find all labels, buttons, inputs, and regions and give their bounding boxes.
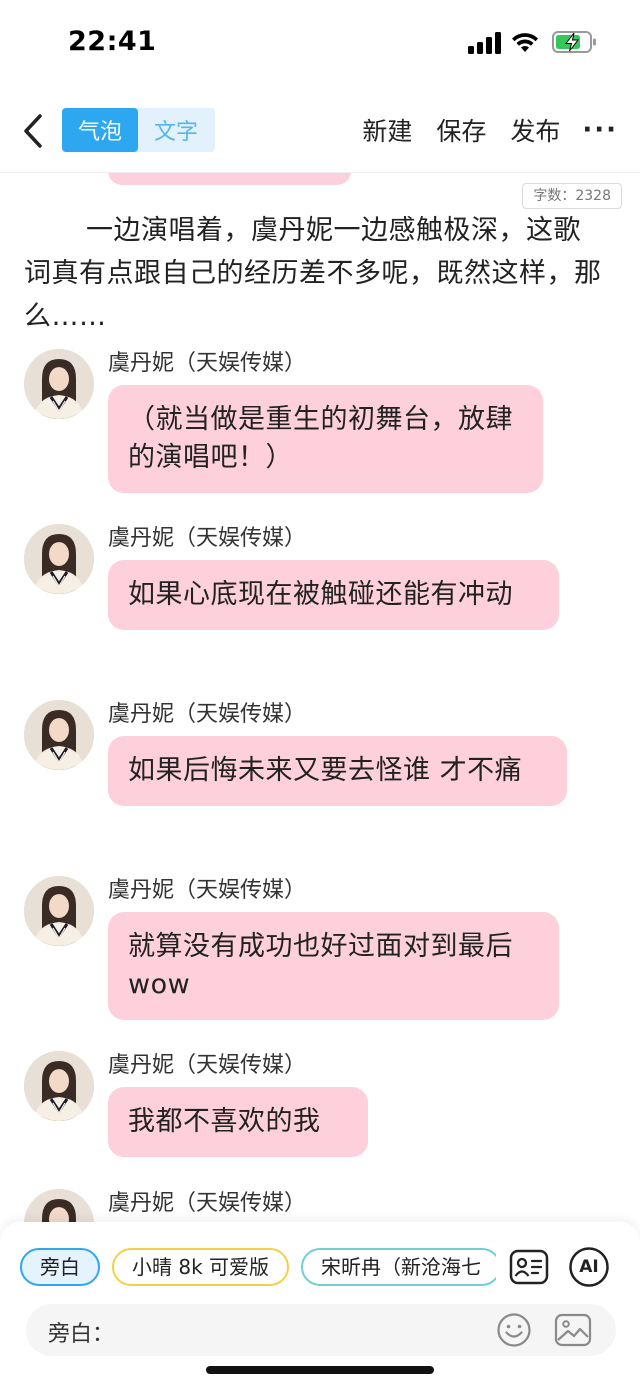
message-sender-name: 虞丹妮（天娱传媒） [108,1191,307,1216]
avatar-portrait [24,1189,94,1222]
message-sender-name: 虞丹妮（天娱传媒） [108,351,307,376]
status-time: 22:41 [68,26,157,57]
input-bar: 旁白： [26,1304,616,1356]
avatar[interactable] [24,1051,94,1121]
avatar[interactable] [24,524,94,594]
contacts-card-icon[interactable] [508,1246,550,1288]
avatar[interactable] [24,876,94,946]
word-count-badge: 字数：2328 [522,183,622,209]
message-input[interactable] [112,1312,492,1348]
tab-bubble[interactable]: 气泡 [62,108,138,152]
bottom-panel: 旁白 小晴 8k 可爱版 宋昕冉（新沧海七 AI 旁白： [0,1222,640,1385]
ai-label: AI [579,1257,599,1277]
battery-charging-icon [552,31,596,53]
publish-button[interactable]: 发布 [510,112,560,148]
story-content[interactable]: 字数：2328 一边演唱着，虞丹妮一边感触极深，这歌词真有点跟自己的经历差不多呢… [0,172,640,1222]
save-button[interactable]: 保存 [436,112,486,148]
character-chips: 旁白 小晴 8k 可爱版 宋昕冉（新沧海七 [20,1248,496,1288]
nav-bar: 气泡 文字 新建 保存 发布 ··· [0,100,640,162]
image-icon[interactable] [554,1312,592,1348]
avatar-portrait [24,700,94,770]
mode-toggle: 气泡 文字 [62,108,215,152]
home-indicator [206,1366,434,1374]
message-bubble[interactable]: 如果后悔未来又要去怪谁 才不痛 [108,736,567,806]
signal-icon [468,32,502,54]
emoji-icon[interactable] [496,1312,532,1348]
ai-icon[interactable]: AI [568,1246,610,1288]
chip-character[interactable]: 宋昕冉（新沧海七 [301,1248,496,1286]
previous-message-bubble[interactable] [108,173,351,185]
back-chevron-icon[interactable] [18,110,50,152]
more-icon[interactable]: ··· [582,115,618,145]
new-button[interactable]: 新建 [362,112,412,148]
avatar-portrait [24,1051,94,1121]
message-sender-name: 虞丹妮（天娱传媒） [108,878,307,903]
wifi-icon [512,33,538,52]
avatar-portrait [24,349,94,419]
narration-text[interactable]: 一边演唱着，虞丹妮一边感触极深，这歌词真有点跟自己的经历差不多呢，既然这样，那么… [24,209,604,338]
nav-actions: 新建 保存 发布 ··· [338,108,618,152]
message-bubble[interactable]: （就当做是重生的初舞台，放肆的演唱吧！） [108,385,543,493]
chip-narrator[interactable]: 旁白 [20,1248,100,1286]
input-role-label: 旁白： [48,1322,115,1347]
message-sender-name: 虞丹妮（天娱传媒） [108,1053,307,1078]
chip-character[interactable]: 小晴 8k 可爱版 [112,1248,290,1286]
avatar[interactable] [24,700,94,770]
status-bar: 22:41 [0,0,640,86]
avatar[interactable] [24,1189,94,1222]
avatar-portrait [24,524,94,594]
message-bubble[interactable]: 如果心底现在被触碰还能有冲动 [108,560,559,630]
tab-text[interactable]: 文字 [138,108,214,152]
avatar-portrait [24,876,94,946]
message-bubble[interactable]: 我都不喜欢的我 [108,1087,368,1157]
message-sender-name: 虞丹妮（天娱传媒） [108,702,307,727]
message-bubble[interactable]: 就算没有成功也好过面对到最后 wow [108,912,559,1020]
message-sender-name: 虞丹妮（天娱传媒） [108,526,307,551]
avatar[interactable] [24,349,94,419]
